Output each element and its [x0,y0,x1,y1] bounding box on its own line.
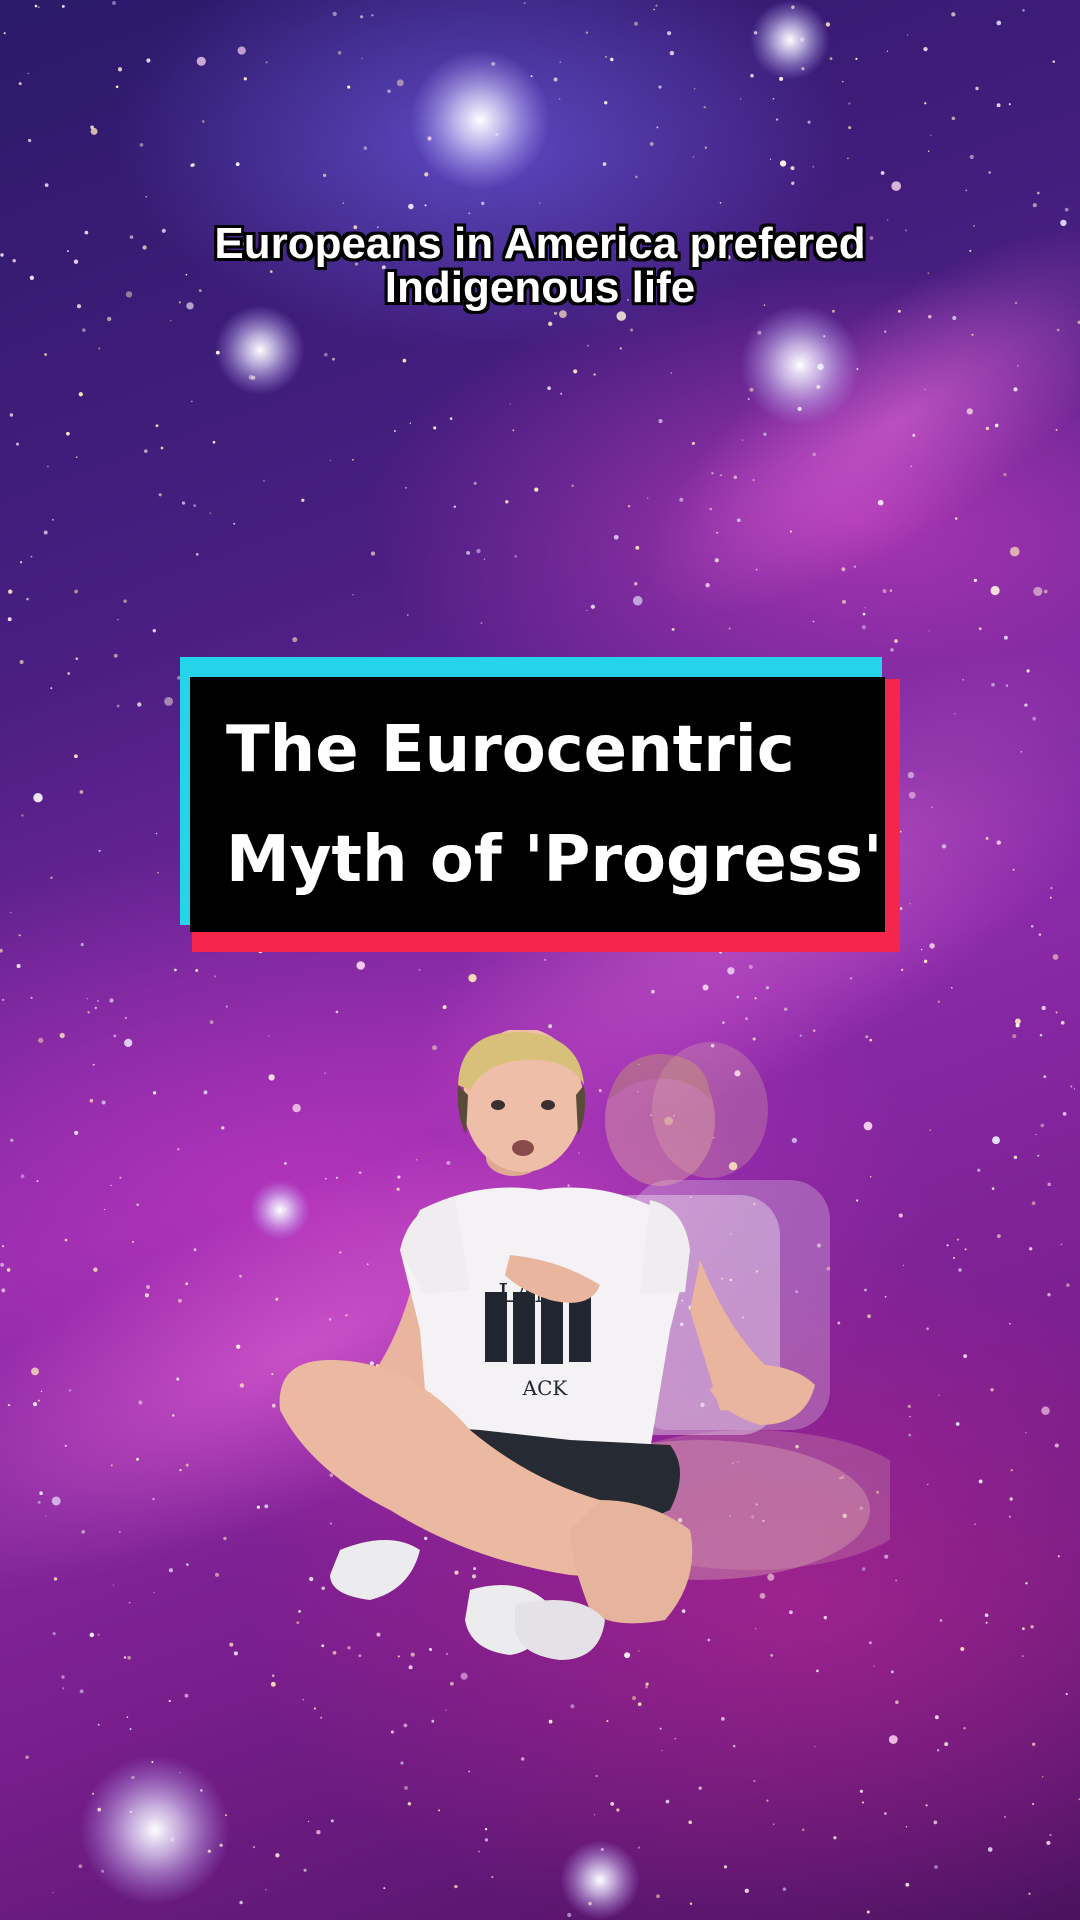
video-frame: Europeans in America prefered Indigenous… [0,0,1080,1920]
presenter-figure: LAND ACK [279,1030,890,1660]
caption-line-1: Europeans in America prefered [214,219,866,268]
title-line-2: Myth of 'Progress' [226,823,883,897]
title-card: The Eurocentric Myth of 'Progress' [180,657,900,952]
caption-line-2: Indigenous life [384,263,696,312]
title-card-body: The Eurocentric Myth of 'Progress' [190,677,885,932]
title-line-1: The Eurocentric [226,713,795,787]
shirt-text-bottom: ACK [522,1376,569,1400]
